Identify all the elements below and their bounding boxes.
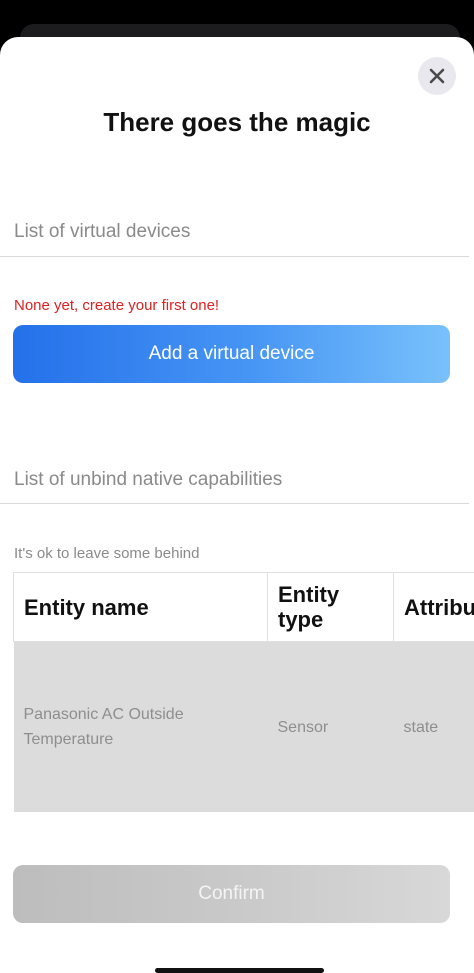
empty-devices-message: None yet, create your first one! [14, 297, 220, 314]
column-header-entity-name: Entity name [13, 572, 268, 642]
add-virtual-device-button[interactable]: Add a virtual device [13, 325, 450, 383]
home-indicator [155, 968, 324, 973]
cell-entity-name: Panasonic AC Outside Temperature [13, 641, 268, 812]
capabilities-hint: It's ok to leave some behind [14, 545, 200, 562]
divider [0, 503, 469, 504]
bottom-sheet-modal: There goes the magic List of virtual dev… [0, 37, 474, 973]
cell-entity-type: Sensor [267, 641, 394, 812]
divider [0, 256, 469, 257]
confirm-button[interactable]: Confirm [13, 865, 450, 923]
table-row[interactable]: Panasonic AC Outside Temperature Sensor … [13, 641, 474, 812]
virtual-devices-label: List of virtual devices [14, 221, 191, 242]
column-header-attribute: Attribu [393, 572, 474, 642]
close-button[interactable] [418, 57, 456, 95]
native-capabilities-label: List of unbind native capabilities [14, 469, 283, 490]
cell-attribute: state [393, 641, 474, 812]
table-header-row: Entity name Entity type Attribu [13, 572, 474, 642]
capabilities-table[interactable]: Entity name Entity type Attribu Panasoni… [13, 572, 474, 812]
modal-title: There goes the magic [103, 107, 371, 137]
column-header-entity-type: Entity type [267, 572, 394, 642]
close-icon [429, 68, 445, 84]
